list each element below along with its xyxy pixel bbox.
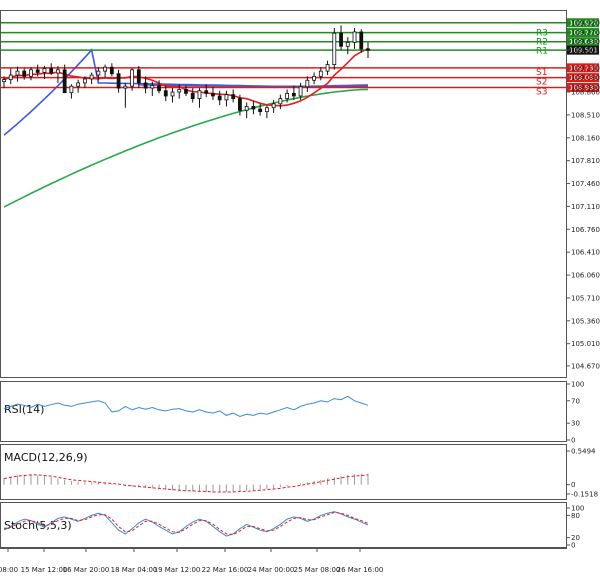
macd-pane: MACD(12,26,9) 0.5494 0 -0.1518 [0, 444, 598, 500]
candle [359, 29, 364, 53]
rsi-g-tick-label: 0 [571, 437, 575, 445]
time-tick-label: 19 Mar 12:00 [154, 566, 201, 574]
price-tick-label: 104.670 [571, 362, 600, 370]
rsi-g-tick-label: 100 [571, 381, 584, 389]
time-tick-label: 26 Mar 16:00 [337, 566, 384, 574]
macd-title: MACD(12,26,9) [4, 451, 88, 464]
price-tick-label: 107.810 [571, 157, 600, 165]
price-tick-label: 109.230 [571, 64, 600, 72]
price-tick-label: 109.770 [571, 29, 600, 37]
time-tick-label: 08:00 [0, 566, 18, 574]
price-tick-label: 106.410 [571, 249, 600, 257]
price-pane: 109.920109.770R3109.630R2R1109.230S1109.… [0, 10, 600, 378]
forex-chart: 109.920109.770R3109.630R2R1109.230S1109.… [0, 0, 600, 581]
time-tick-label: 16 Mar 20:00 [63, 566, 110, 574]
macd-g-tick-label: -0.1518 [571, 491, 598, 499]
price-tick-label: 106.060 [571, 272, 600, 280]
level-s3-name: S3 [536, 87, 547, 97]
price-tick-label: 109.630 [571, 38, 600, 46]
time-tick-label: 15 Mar 12:00 [21, 566, 68, 574]
price-tick-label: 109.920 [571, 19, 600, 27]
stoch-g-tick-label: 0 [571, 542, 575, 550]
price-tick-label: 107.460 [571, 180, 600, 188]
time-tick-label: 25 Mar 08:00 [294, 566, 341, 574]
macd-g-tick-label: 0.5494 [571, 448, 596, 456]
time-tick-label: 18 Mar 04:00 [111, 566, 158, 574]
price-tick-label: 105.360 [571, 317, 600, 325]
rsi-g-tick-label: 30 [571, 420, 580, 428]
price-tick-label: 105.710 [571, 294, 600, 302]
price-tick-label: 108.860 [571, 89, 600, 97]
price-tick-label: 109.080 [571, 74, 600, 82]
price-tick-label: 107.110 [571, 203, 600, 211]
price-tick-label: 108.510 [571, 111, 600, 119]
stoch-g-tick-label: 80 [571, 512, 580, 520]
rsi-g-tick-label: 70 [571, 397, 580, 405]
level-s1-name: S1 [536, 68, 547, 78]
candle [332, 27, 337, 70]
time-tick-label: 24 Mar 00:00 [248, 566, 295, 574]
price-tick-label: 106.760 [571, 226, 600, 234]
time-tick-label: 22 Mar 16:00 [202, 566, 249, 574]
stoch-pane: Stoch(5,5,3) 10080200 [0, 502, 584, 550]
level-r1-name: R1 [536, 47, 548, 57]
macd-g-tick-label: 0 [571, 481, 575, 489]
level-s2-name: S2 [536, 78, 547, 88]
rsi-pane: RSI(14) 10070300 [0, 381, 584, 445]
price-tick-label: 108.160 [571, 134, 600, 142]
price-tick-label: 105.010 [571, 340, 600, 348]
price-tick-label: 109.501 [571, 47, 600, 55]
